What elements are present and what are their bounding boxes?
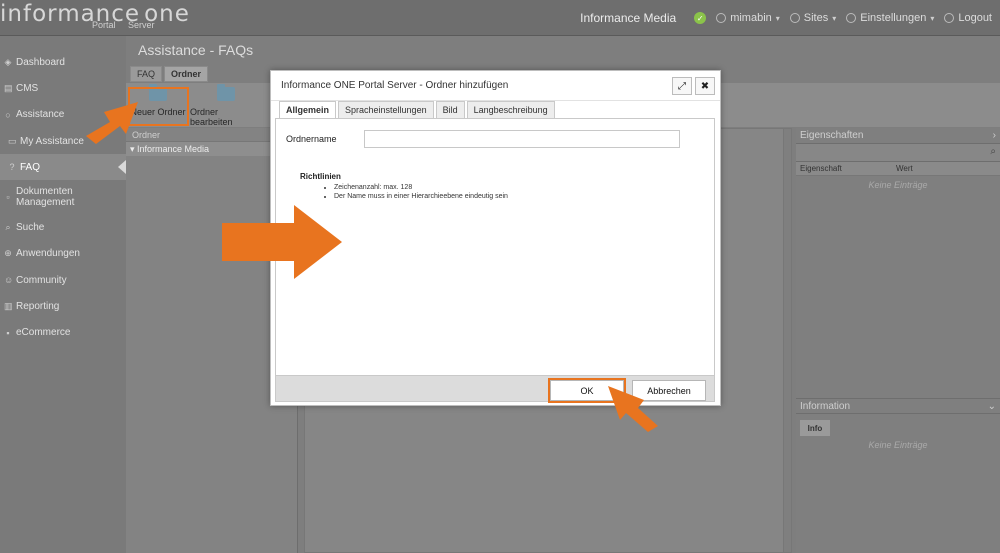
tab-bild[interactable]: Bild: [435, 101, 465, 118]
page-title: Assistance - FAQs: [138, 42, 254, 58]
cart-icon: ▪: [6, 327, 10, 338]
close-icon[interactable]: ✖: [695, 77, 715, 95]
edit-folder-label: Ordner bearbeiten: [190, 107, 233, 127]
status-ok-icon: ✓: [694, 12, 707, 24]
sidebar-item-label: Anwendungen: [16, 248, 80, 260]
sidebar-item-label: Suche: [16, 222, 45, 234]
sidebar-item-label: Reporting: [16, 301, 60, 313]
user-menu[interactable]: mimabin ▾: [716, 12, 780, 24]
dialog-title: Informance ONE Portal Server - Ordner hi…: [281, 80, 509, 91]
panel-splitter[interactable]: [783, 129, 791, 552]
reporting-icon: ▥: [4, 301, 13, 312]
logo-portal: Portal: [92, 20, 116, 30]
sidebar-item-label: Assistance: [16, 109, 65, 121]
tab-info[interactable]: Info: [800, 420, 830, 436]
information-title: Information: [800, 401, 851, 412]
user-icon: [716, 13, 727, 23]
apps-icon: ⊕: [4, 248, 12, 259]
tab-faq[interactable]: FAQ: [130, 66, 163, 82]
guideline-item: Der Name muss in einer Hierarchieebene e…: [334, 192, 508, 201]
guidelines-title: Richtlinien: [300, 172, 341, 181]
cms-icon: ▤: [4, 82, 13, 93]
sidebar-item-community[interactable]: ☺ Community: [0, 267, 126, 293]
chevron-down-icon: ▾: [775, 13, 780, 23]
guideline-item: Zeichenanzahl: max. 128: [334, 183, 508, 192]
properties-columns: Eigenschaft Wert: [796, 162, 1000, 176]
sites-menu[interactable]: Sites ▾: [789, 12, 837, 24]
chevron-right-icon[interactable]: ›: [993, 130, 996, 141]
monitor-icon: ▭: [8, 135, 17, 146]
logout-button[interactable]: Logout: [944, 12, 992, 24]
tab-ordner[interactable]: Ordner: [164, 66, 209, 82]
folder-name-input[interactable]: [364, 130, 680, 148]
sidebar-item-suche[interactable]: ⌕ Suche: [0, 214, 126, 240]
community-icon: ☺: [4, 275, 14, 286]
top-bar: informance one Portal Server Informance …: [0, 0, 1000, 36]
column-header: Eigenschaft: [800, 164, 842, 173]
column-header: Wert: [896, 164, 913, 173]
logo-text: informance: [0, 1, 141, 27]
tab-spracheinstellungen[interactable]: Spracheinstellungen: [338, 101, 434, 118]
search-icon: ⌕: [5, 222, 11, 233]
sidebar-item-dashboard[interactable]: ◈ Dashboard: [0, 49, 126, 75]
properties-search[interactable]: ⌕: [796, 144, 1000, 162]
sites-label: Sites: [803, 12, 829, 24]
sidebar-item-faq[interactable]: ? FAQ: [0, 154, 126, 181]
properties-panel: Eigenschaften › ⌕ Eigenschaft Wert Keine…: [796, 128, 1000, 553]
sidebar-item-reporting[interactable]: ▥ Reporting: [0, 293, 126, 319]
annotation-arrow-icon: [608, 386, 658, 432]
sidebar-item-anwendungen[interactable]: ⊕ Anwendungen: [0, 241, 126, 267]
sidebar-item-label: FAQ: [20, 161, 41, 173]
user-name: mimabin: [730, 12, 772, 24]
main-tabs: FAQ Ordner: [130, 66, 210, 82]
chevron-down-icon: ▾: [930, 13, 935, 23]
chevron-down-icon[interactable]: ⌄: [988, 401, 996, 412]
folder-edit-icon: [217, 84, 235, 101]
information-header: Information ⌄: [796, 398, 1000, 414]
tab-allgemein[interactable]: Allgemein: [279, 101, 337, 118]
sidebar-item-dokumenten-management[interactable]: ▫ Dokumenten Management: [0, 180, 126, 214]
top-right-nav: Informance Media ✓ mimabin ▾ Sites ▾ Ein…: [580, 0, 992, 36]
dialog-tabs: Allgemein Spracheinstellungen Bild Langb…: [279, 101, 557, 118]
question-icon: ?: [9, 162, 15, 173]
annotation-arrow-icon: [222, 205, 342, 279]
tab-langbeschreibung[interactable]: Langbeschreibung: [466, 101, 555, 118]
folder-root-label: Informance Media: [137, 144, 210, 154]
logo-server: Server: [128, 20, 155, 30]
sidebar-item-label: eCommerce: [16, 327, 71, 339]
settings-label: Einstellungen: [860, 12, 927, 24]
sidebar-item-label: Community: [16, 274, 67, 286]
edit-folder-button[interactable]: Ordner bearbeiten: [190, 84, 262, 127]
document-icon: ▫: [6, 191, 10, 202]
information-panel: Information ⌄ Info Keine Einträge: [796, 398, 1000, 553]
globe-icon: [789, 13, 800, 23]
expand-icon[interactable]: ⤢: [672, 77, 692, 95]
sidebar-item-label: Dokumenten Management: [16, 186, 75, 209]
sidebar-item-label: My Assistance: [20, 135, 84, 147]
properties-empty: Keine Einträge: [868, 180, 928, 190]
dashboard-icon: ◈: [4, 56, 12, 67]
logout-label: Logout: [958, 12, 992, 24]
gear-icon: [846, 13, 857, 23]
dialog-header: Informance ONE Portal Server - Ordner hi…: [271, 71, 720, 101]
chevron-down-icon: ▾: [832, 13, 837, 23]
guidelines-list: Zeichenanzahl: max. 128 Der Name muss in…: [334, 183, 508, 201]
properties-header: Eigenschaften ›: [796, 128, 1000, 144]
folder-name-label: Ordnername: [286, 134, 337, 144]
annotation-arrow-icon: [86, 102, 138, 144]
search-icon: ⌕: [990, 146, 996, 157]
organization-label: Informance Media: [580, 11, 677, 25]
sidebar-item-label: Dashboard: [16, 56, 65, 68]
logout-icon: [944, 13, 955, 23]
information-empty: Keine Einträge: [868, 440, 928, 450]
settings-menu[interactable]: Einstellungen ▾: [846, 12, 934, 24]
sidebar-item-label: CMS: [16, 82, 39, 94]
assistance-icon: ○: [5, 109, 11, 120]
sidebar-item-ecommerce[interactable]: ▪ eCommerce: [0, 320, 126, 346]
properties-title: Eigenschaften: [800, 130, 864, 141]
